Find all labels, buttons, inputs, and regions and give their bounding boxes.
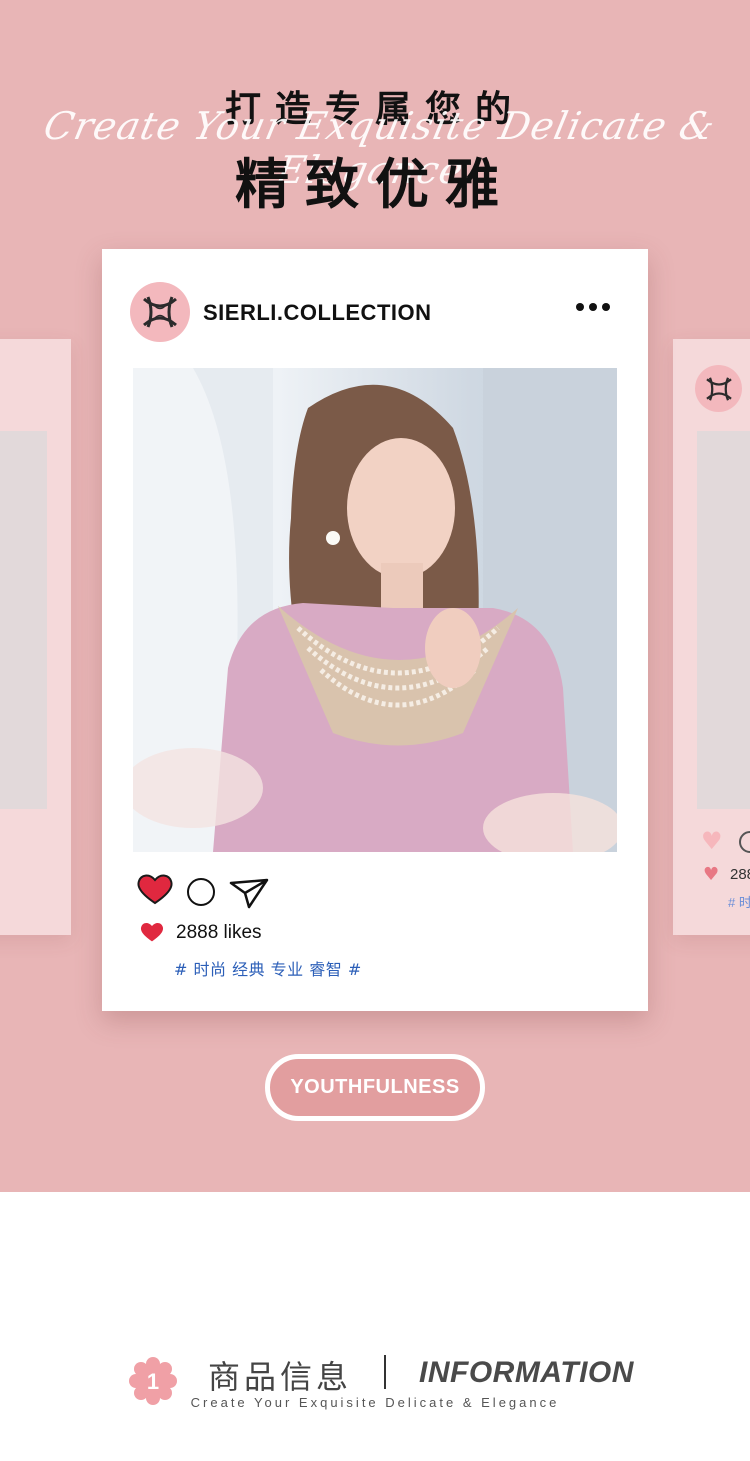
hashtags[interactable]: # 时 <box>728 892 750 911</box>
title-divider <box>384 1355 386 1389</box>
hashtags[interactable]: # 时尚 经典 专业 睿智 # <box>174 956 362 980</box>
likes-count: 2888 likes <box>176 922 262 943</box>
comment-icon[interactable] <box>187 878 215 906</box>
comment-icon[interactable] <box>739 831 750 853</box>
post-card: SIERLI.COLLECTION 2888 likes # 时尚 经典 专业 … <box>102 249 648 1011</box>
youthfulness-badge[interactable]: YOUTHFULNESS <box>265 1054 485 1121</box>
heart-icon <box>140 921 164 947</box>
section-title-en: INFORMATION <box>419 1356 634 1389</box>
heart-icon[interactable]: ♥ <box>701 827 723 855</box>
heart-icon: ♥ <box>703 864 720 885</box>
side-post-image-placeholder <box>697 431 750 809</box>
side-post-card-left[interactable] <box>0 339 71 935</box>
side-post-image-placeholder <box>0 431 47 809</box>
side-post-card-right[interactable]: ♥ ♥ 288 # 时 <box>673 339 750 935</box>
more-dots-icon[interactable] <box>576 303 610 311</box>
send-icon[interactable] <box>229 877 269 913</box>
section-subtitle: Create Your Exquisite Delicate & Eleganc… <box>190 1395 560 1410</box>
headline-main: 精致优雅 <box>235 153 515 216</box>
brand-logo-icon <box>695 365 742 412</box>
post-photo[interactable] <box>133 368 617 852</box>
section-number: 1 <box>147 1369 159 1394</box>
account-name[interactable]: SIERLI.COLLECTION <box>203 300 432 326</box>
brand-logo-icon[interactable] <box>130 282 190 342</box>
likes-count: 288 <box>730 866 750 883</box>
heart-icon[interactable] <box>137 873 173 909</box>
section-title-zh: 商品信息 <box>208 1358 353 1396</box>
